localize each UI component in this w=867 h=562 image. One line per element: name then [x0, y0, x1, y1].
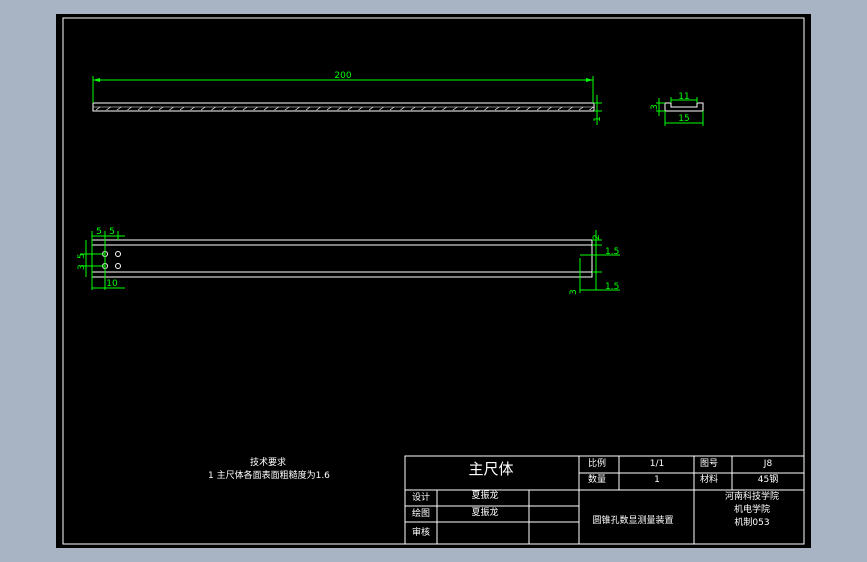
quantity-value: 1 [654, 475, 660, 485]
scale-value: 1/1 [650, 459, 664, 469]
height-dimension-text: 3 [650, 104, 660, 110]
scale-label: 比例 [588, 457, 606, 469]
right-dim-text-4: 1.5 [605, 282, 619, 292]
design-label: 设计 [412, 491, 430, 503]
review-label: 审核 [412, 526, 430, 538]
assembly-name: 圆锥孔数显测量装置 [592, 514, 673, 526]
quantity-label: 数量 [588, 473, 606, 485]
hole-bottom-text: 10 [106, 279, 118, 289]
material-value: 45钢 [758, 473, 778, 485]
end-dimension-text: 1 [593, 116, 603, 122]
hole-side-a-text: 3 [77, 264, 87, 270]
hole-offset-text: 5 [96, 227, 102, 237]
drawing-no-label: 图号 [700, 458, 718, 469]
cad-drawing-canvas: 200 1 11 15 3 5 5 3 5 10 2 1.5 3 1.5 技术要… [56, 14, 811, 548]
class-name: 机制053 [734, 516, 769, 528]
right-dim-text-3: 3 [569, 289, 579, 295]
school-name: 河南科技学院 [725, 490, 779, 502]
drafter-name: 夏振龙 [471, 506, 498, 518]
right-dim-text-1: 2 [592, 234, 602, 240]
notes-heading: 技术要求 [250, 456, 286, 468]
designer-name: 夏振龙 [471, 489, 498, 501]
department-name: 机电学院 [734, 503, 770, 515]
length-dimension-text: 200 [334, 71, 351, 81]
width-dimension-text: 15 [678, 114, 689, 124]
notes-item-1: 1 主尺体各面表面粗糙度为1.6 [208, 469, 330, 481]
material-label: 材料 [700, 473, 718, 485]
slot-dimension-text: 11 [678, 92, 689, 102]
part-name: 主尺体 [468, 460, 513, 478]
hole-side-b-text: 5 [77, 253, 87, 259]
draw-label: 绘图 [412, 507, 430, 519]
right-dim-text-2: 1.5 [605, 247, 619, 257]
paper-background [56, 14, 811, 548]
hole-spacing-text: 5 [109, 227, 115, 237]
drawing-no-value: J8 [763, 459, 773, 469]
